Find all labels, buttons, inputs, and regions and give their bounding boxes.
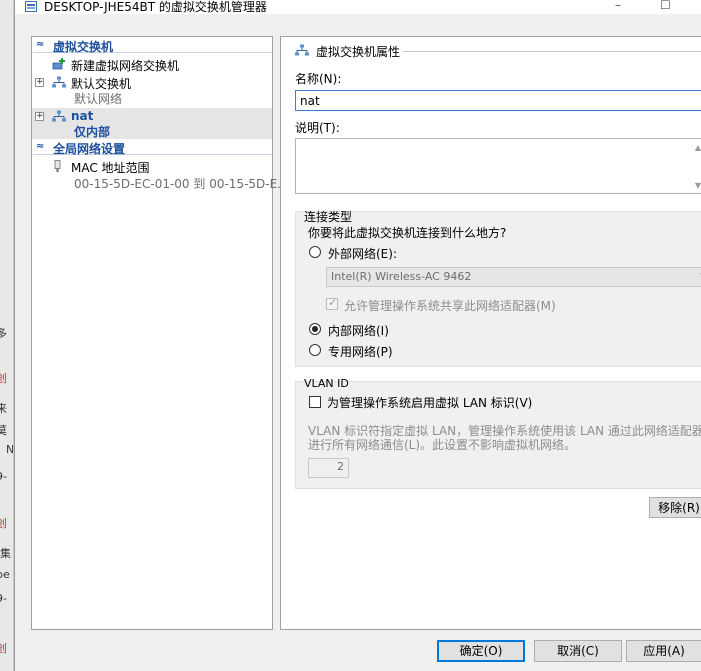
bg-fragment: 多 bbox=[0, 325, 7, 341]
network-switch-icon bbox=[52, 76, 66, 88]
tree-item-label: MAC 地址范围 bbox=[71, 161, 150, 175]
remove-button[interactable]: 移除(R) bbox=[649, 497, 701, 518]
switch-properties-pane: 虚拟交换机属性 名称(N): 说明(T): ▲ ▼ 连接类型 你要将此虚拟交换机… bbox=[280, 36, 701, 630]
description-label: 说明(T): bbox=[295, 121, 340, 135]
internal-network-radio[interactable] bbox=[309, 323, 321, 335]
tree-item-sublabel: 默认网络 bbox=[74, 92, 123, 106]
background-window-edge: 多 创 来 莫 N 9- 创 -集 be 9- 创 bbox=[0, 0, 14, 671]
bg-fragment: 莫 bbox=[0, 422, 7, 438]
connection-type-title: 连接类型 bbox=[304, 210, 353, 224]
vlan-enable-label: 为管理操作系统启用虚拟 LAN 标识(V) bbox=[327, 396, 533, 410]
bg-fragment: 创 bbox=[0, 515, 7, 531]
tree-item-nat[interactable]: + nat 仅内部 bbox=[32, 108, 272, 139]
section-label: 虚拟交换机 bbox=[53, 40, 114, 54]
network-adapter-select[interactable]: Intel(R) Wireless-AC 9462 ⌵ bbox=[326, 267, 701, 287]
bg-fragment: 创 bbox=[0, 370, 7, 386]
adapter-value: Intel(R) Wireless-AC 9462 bbox=[331, 270, 472, 283]
bg-fragment: 来 bbox=[0, 400, 7, 416]
expand-icon[interactable]: + bbox=[35, 112, 44, 121]
external-network-radio[interactable] bbox=[309, 246, 321, 258]
connection-type-group: 连接类型 你要将此虚拟交换机连接到什么地方? 外部网络(E): Intel(R)… bbox=[295, 210, 701, 367]
vlan-enable-checkbox[interactable] bbox=[309, 396, 321, 408]
internal-network-label: 内部网络(I) bbox=[328, 324, 389, 338]
tree-item-sublabel: 仅内部 bbox=[74, 125, 111, 139]
title-bar[interactable]: DESKTOP-JHE54BT 的虚拟交换机管理器 – ☐ bbox=[15, 0, 701, 14]
apply-button[interactable]: 应用(A) bbox=[626, 640, 701, 662]
bg-fragment: 创 bbox=[0, 640, 7, 656]
tree-item-new-switch[interactable]: 新建虚拟网络交换机 bbox=[32, 56, 272, 73]
name-label: 名称(N): bbox=[295, 72, 342, 86]
section-global-network-settings[interactable]: ≈ 全局网络设置 bbox=[33, 141, 272, 156]
bg-fragment: 9- bbox=[0, 592, 7, 605]
maximize-button[interactable]: ☐ bbox=[660, 0, 671, 12]
scroll-up-icon[interactable]: ▲ bbox=[695, 143, 701, 152]
collapse-icon[interactable]: ≈ bbox=[36, 39, 44, 50]
bg-fragment: be bbox=[0, 568, 10, 581]
collapse-icon[interactable]: ≈ bbox=[36, 141, 44, 152]
section-label: 全局网络设置 bbox=[53, 142, 126, 156]
allow-share-checkbox[interactable] bbox=[326, 296, 338, 310]
switch-manager-icon bbox=[25, 1, 37, 12]
tree-item-label: 新建虚拟网络交换机 bbox=[71, 59, 180, 73]
vlan-id-input[interactable]: 2 bbox=[308, 458, 349, 478]
scroll-down-icon[interactable]: ▼ bbox=[695, 181, 701, 190]
network-switch-icon bbox=[52, 110, 66, 122]
bg-fragment: N bbox=[6, 443, 14, 456]
bg-fragment: 9- bbox=[0, 470, 7, 483]
switch-manager-window: DESKTOP-JHE54BT 的虚拟交换机管理器 – ☐ ≈ 虚拟交换机 新建… bbox=[14, 0, 701, 671]
properties-title: 虚拟交换机属性 bbox=[316, 45, 401, 59]
tree-item-sublabel: 00-15-5D-EC-01-00 到 00-15-5D-E... bbox=[74, 177, 289, 191]
expand-icon[interactable]: + bbox=[35, 78, 44, 87]
tree-item-mac-range[interactable]: MAC 地址范围 00-15-5D-EC-01-00 到 00-15-5D-E.… bbox=[32, 158, 289, 191]
vlan-description: VLAN 标识符指定虚拟 LAN，管理操作系统使用该 LAN 通过此网络适配器进… bbox=[308, 424, 701, 452]
private-network-label: 专用网络(P) bbox=[328, 345, 393, 359]
window-title: DESKTOP-JHE54BT 的虚拟交换机管理器 bbox=[44, 0, 267, 14]
connection-question: 你要将此虚拟交换机连接到什么地方? bbox=[308, 226, 507, 240]
vlan-title: VLAN ID bbox=[304, 377, 349, 390]
name-input[interactable] bbox=[295, 90, 701, 111]
minimize-button[interactable]: – bbox=[615, 0, 621, 12]
header-divider bbox=[403, 51, 701, 52]
mac-address-icon bbox=[54, 160, 61, 172]
vlan-group: VLAN ID 为管理操作系统启用虚拟 LAN 标识(V) VLAN 标识符指定… bbox=[295, 377, 701, 489]
switch-tree[interactable]: ≈ 虚拟交换机 新建虚拟网络交换机 + 默认交换机 默认网络 + nat 仅内部… bbox=[31, 36, 289, 630]
cancel-button[interactable]: 取消(C) bbox=[534, 640, 622, 662]
properties-header: 虚拟交换机属性 bbox=[283, 39, 701, 61]
tree-item-label: nat bbox=[71, 109, 94, 123]
section-virtual-switches[interactable]: ≈ 虚拟交换机 bbox=[33, 39, 272, 54]
private-network-radio[interactable] bbox=[309, 344, 321, 356]
tree-item-default-switch[interactable]: + 默认交换机 默认网络 bbox=[32, 74, 272, 106]
bg-fragment: -集 bbox=[0, 547, 11, 560]
network-switch-icon bbox=[295, 44, 309, 56]
external-network-label: 外部网络(E): bbox=[328, 247, 397, 261]
allow-share-label: 允许管理操作系统共享此网络适配器(M) bbox=[344, 299, 556, 313]
new-switch-icon bbox=[52, 58, 65, 70]
ok-button[interactable]: 确定(O) bbox=[437, 640, 525, 662]
vlan-id-value: 2 bbox=[337, 460, 344, 473]
description-textarea[interactable]: ▲ ▼ bbox=[295, 138, 701, 194]
